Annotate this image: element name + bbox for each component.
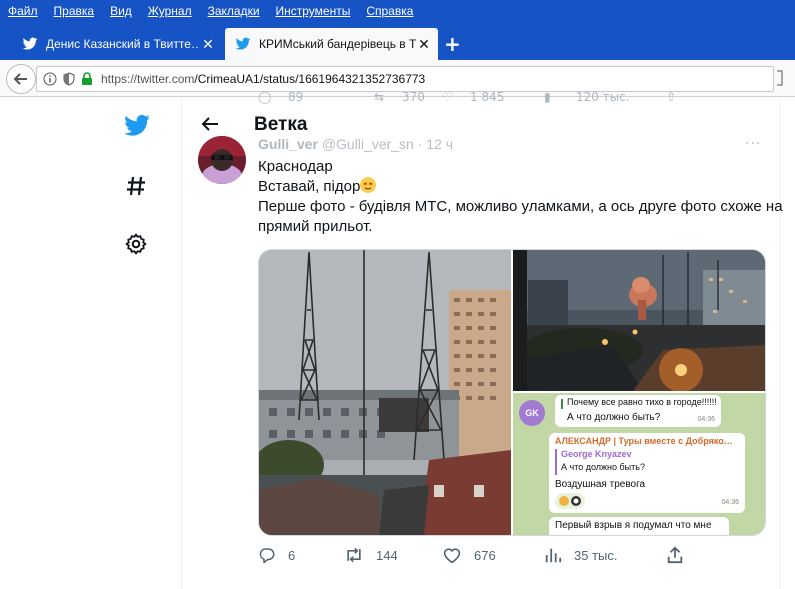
tab-active[interactable]: КРИМський бандерівець в Т… ✕ bbox=[225, 28, 438, 60]
new-tab-plus-icon[interactable]: + bbox=[444, 32, 461, 56]
chat-bubble: Первый взрыв я подумал что мне bbox=[549, 517, 729, 535]
author-name[interactable]: Gulli_ver bbox=[258, 136, 318, 152]
share-icon[interactable]: ⇧ bbox=[666, 92, 676, 104]
menu-file[interactable]: Файл bbox=[8, 4, 38, 18]
retweet-count: 370 bbox=[402, 92, 425, 104]
url-bar[interactable]: https://twitter.com/CrimeaUA1/status/166… bbox=[36, 66, 774, 92]
tweet-actions: 6 144 676 35 тыс. bbox=[258, 546, 688, 568]
back-button[interactable] bbox=[6, 64, 36, 94]
views-button[interactable]: 35 тыс. bbox=[544, 546, 617, 564]
tweet-line-with-emoji: Вставай, підор bbox=[258, 177, 768, 197]
retweet-icon[interactable]: ⇆ bbox=[374, 92, 384, 104]
chat-text: Воздушная тревога bbox=[555, 479, 646, 490]
tweet-media-grid: Почему все равно тихо в городе!!!!!! А ч… bbox=[258, 249, 766, 536]
twitter-logo-icon[interactable] bbox=[122, 112, 152, 140]
column-divider bbox=[181, 98, 182, 589]
menu-view[interactable]: Вид bbox=[110, 4, 132, 18]
back-arrow-icon[interactable] bbox=[200, 114, 220, 138]
photo-mts-building[interactable] bbox=[259, 250, 511, 535]
tweet-time[interactable]: · 12 ч bbox=[418, 136, 453, 152]
lock-icon[interactable] bbox=[81, 72, 93, 86]
chat-bubble: АЛЕКСАНДР | Туры вместе с Добряко… Georg… bbox=[549, 433, 745, 513]
column-divider bbox=[780, 98, 781, 589]
tweet-line: прямий прильот. bbox=[258, 218, 373, 235]
photo-chat-screenshot[interactable]: Почему все равно тихо в городе!!!!!! А ч… bbox=[513, 393, 765, 535]
chat-quoted-text: А что должно быть? bbox=[561, 462, 645, 472]
chat-time: 04:36 bbox=[721, 499, 739, 506]
chat-text: А что должно быть? bbox=[567, 412, 661, 423]
tweet-line: Вставай, підор bbox=[258, 178, 361, 195]
reply-icon bbox=[259, 548, 275, 564]
tweet-author: Gulli_ver @Gulli_ver_sn · 12 ч bbox=[258, 136, 453, 152]
menu-edit[interactable]: Правка bbox=[54, 4, 95, 18]
menu-history[interactable]: Журнал bbox=[148, 4, 192, 18]
retweet-button[interactable]: 144 bbox=[344, 546, 398, 564]
retweet-icon bbox=[347, 547, 361, 563]
info-icon[interactable] bbox=[43, 72, 57, 86]
menu-bar: Файл Правка Вид Журнал Закладки Инструме… bbox=[0, 0, 795, 22]
menu-help[interactable]: Справка bbox=[366, 4, 413, 18]
like-count: 1 845 bbox=[470, 92, 505, 104]
bracket-icon bbox=[776, 70, 784, 90]
settings-gear-icon[interactable] bbox=[124, 232, 148, 256]
retweet-count: 144 bbox=[376, 547, 398, 563]
views-count: 120 тыс. bbox=[576, 92, 630, 104]
hashtag-explore-icon[interactable] bbox=[124, 174, 148, 198]
reply-count: 89 bbox=[288, 92, 304, 104]
chat-quoted-name: George Knyazev bbox=[561, 449, 632, 459]
menu-tools[interactable]: Инструменты bbox=[276, 4, 351, 18]
chat-text: Первый взрыв я подумал что мне bbox=[555, 520, 712, 531]
tweet-line: Перше фото - будівля МТС, можливо уламка… bbox=[258, 198, 783, 215]
tweet-text: Краснодар Вставай, підор Перше фото - бу… bbox=[258, 157, 783, 237]
chat-time: 04:36 bbox=[697, 416, 715, 423]
page-title: Ветка bbox=[254, 114, 308, 135]
close-icon[interactable]: ✕ bbox=[200, 36, 216, 53]
views-icon[interactable]: ▮ bbox=[544, 92, 551, 104]
chat-sender: АЛЕКСАНДР | Туры вместе с Добряко… bbox=[555, 436, 733, 446]
url-path: /CrimeaUA1/status/1661964321352736773 bbox=[194, 72, 426, 86]
chat-text: Почему все равно тихо в городе!!!!!! bbox=[567, 397, 717, 407]
heart-icon bbox=[443, 548, 461, 564]
like-count: 676 bbox=[474, 547, 496, 563]
tab-label: Денис Казанский в Твитте… bbox=[46, 37, 200, 51]
chat-reaction bbox=[555, 493, 585, 509]
tab-bar: Денис Казанский в Твитте… ✕ КРИМський ба… bbox=[0, 22, 795, 60]
chat-bubble: Почему все равно тихо в городе!!!!!! А ч… bbox=[555, 395, 721, 427]
author-handle[interactable]: @Gulli_ver_sn bbox=[322, 136, 414, 152]
previous-tweet-actions: ◯ 89 ⇆ 370 ♡ 1 845 ▮ 120 тыс. ⇧ bbox=[258, 92, 688, 106]
like-icon[interactable]: ♡ bbox=[442, 92, 453, 104]
share-button[interactable] bbox=[666, 546, 684, 564]
tab-label: КРИМський бандерівець в Т… bbox=[259, 37, 416, 51]
url-text: https://twitter.com/CrimeaUA1/status/166… bbox=[101, 72, 425, 86]
left-navigation bbox=[110, 98, 170, 589]
shield-icon[interactable] bbox=[63, 72, 75, 86]
share-icon bbox=[667, 546, 683, 564]
menu-bookmarks[interactable]: Закладки bbox=[208, 4, 260, 18]
more-options-icon[interactable]: ··· bbox=[745, 136, 761, 152]
reply-button[interactable]: 6 bbox=[258, 546, 295, 564]
close-icon[interactable]: ✕ bbox=[416, 36, 432, 53]
views-chart-icon bbox=[545, 548, 562, 563]
smirk-emoji-icon bbox=[360, 177, 377, 193]
photo-night-explosion[interactable] bbox=[513, 250, 765, 391]
avatar[interactable] bbox=[198, 136, 246, 184]
like-button[interactable]: 676 bbox=[442, 546, 496, 564]
back-arrow-icon bbox=[13, 73, 27, 85]
reply-icon[interactable]: ◯ bbox=[258, 92, 271, 104]
views-count: 35 тыс. bbox=[574, 547, 618, 563]
tweet-line: Краснодар bbox=[258, 158, 333, 175]
twitter-bird-icon bbox=[22, 36, 38, 52]
tab-inactive[interactable]: Денис Казанский в Твитте… ✕ bbox=[12, 28, 222, 60]
url-domain: https://twitter.com bbox=[101, 72, 195, 86]
reply-count: 6 bbox=[288, 547, 296, 563]
chat-avatar: GK bbox=[519, 400, 545, 426]
twitter-bird-icon bbox=[235, 36, 251, 52]
